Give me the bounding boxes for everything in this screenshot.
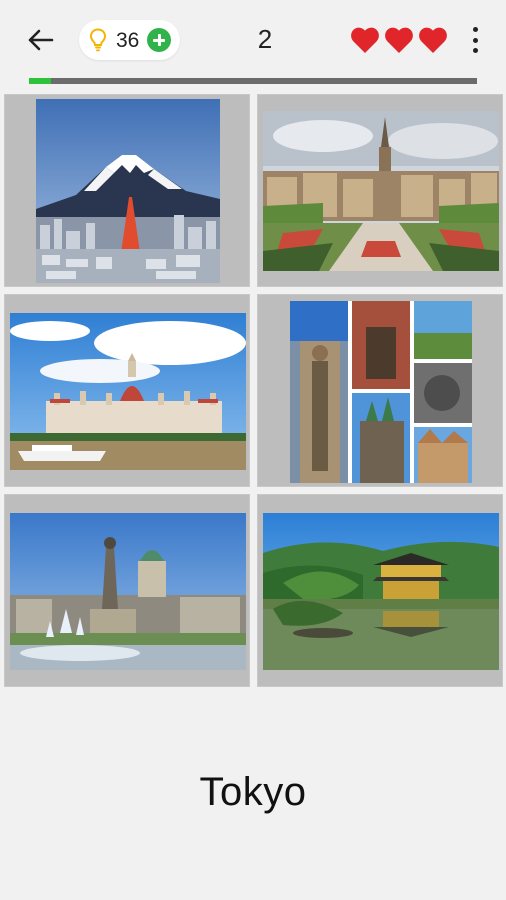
heart-icon	[385, 27, 413, 53]
image-option-3[interactable]	[4, 294, 250, 487]
answer-label: Tokyo	[199, 770, 307, 814]
bremen-collage-photo	[290, 301, 472, 483]
progress-bar	[29, 78, 477, 84]
level-number: 2	[257, 24, 273, 54]
add-hints-button[interactable]	[147, 28, 171, 52]
top-bar: 36 2	[0, 0, 506, 80]
hints-count: 36	[116, 29, 140, 52]
back-button[interactable]	[22, 24, 58, 56]
buenos-aires-photo	[10, 513, 246, 670]
lives	[350, 26, 448, 56]
image-option-4[interactable]	[257, 294, 503, 487]
kyoto-golden-pavilion-photo	[263, 513, 499, 670]
progress-fill	[29, 78, 52, 84]
lightbulb-icon	[89, 28, 107, 52]
image-option-2[interactable]	[257, 94, 503, 287]
tokyo-mount-fuji-photo	[36, 99, 220, 283]
image-option-5[interactable]	[4, 494, 250, 687]
brussels-photo	[263, 111, 499, 271]
arrow-left-icon	[28, 29, 54, 51]
hint-counter[interactable]: 36	[79, 20, 180, 60]
heart-icon	[419, 27, 447, 53]
more-vert-icon[interactable]	[466, 25, 484, 55]
budapest-photo	[10, 313, 246, 470]
heart-icon	[351, 27, 379, 53]
image-option-6[interactable]	[257, 494, 503, 687]
image-option-1[interactable]	[4, 94, 250, 287]
